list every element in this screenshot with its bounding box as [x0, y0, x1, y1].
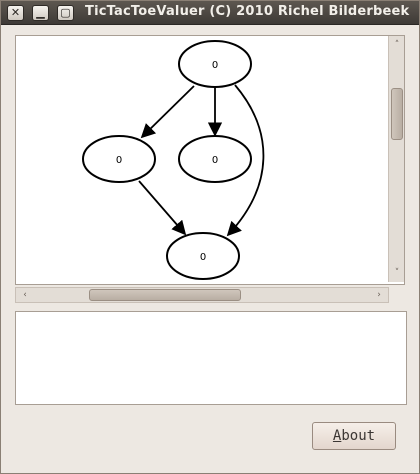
vertical-scrollbar[interactable]: ˄ ˅ [388, 36, 404, 282]
scroll-down-icon[interactable]: ˅ [389, 266, 405, 280]
horizontal-scroll-thumb[interactable] [89, 289, 241, 301]
graph-node-mid-left[interactable]: 0 [82, 135, 156, 183]
title-bar[interactable]: ✕ ▁ ▢ TicTacToeValuer (C) 2010 Richel Bi… [1, 1, 419, 25]
scroll-up-icon[interactable]: ˄ [389, 38, 405, 52]
horizontal-scrollbar[interactable]: ‹ › [15, 287, 389, 303]
edge-mid-left-bottom [138, 180, 187, 236]
node-label: 0 [116, 155, 122, 166]
about-button[interactable]: About [312, 422, 396, 450]
vertical-scroll-thumb[interactable] [391, 88, 403, 140]
node-label: 0 [200, 252, 206, 263]
minimize-icon[interactable]: ▁ [32, 5, 49, 21]
node-label: 0 [212, 155, 218, 166]
window-title: TicTacToeValuer (C) 2010 Richel Bilderbe… [85, 4, 410, 19]
close-icon[interactable]: ✕ [7, 5, 24, 21]
main-window: ✕ ▁ ▢ TicTacToeValuer (C) 2010 Richel Bi… [0, 0, 420, 474]
node-label: 0 [212, 60, 218, 71]
scroll-right-icon[interactable]: › [372, 288, 386, 302]
graph-node-top[interactable]: 0 [178, 40, 252, 88]
scroll-left-icon[interactable]: ‹ [18, 288, 32, 302]
graph-canvas: 0 0 0 0 [16, 36, 386, 282]
graph-node-mid-right[interactable]: 0 [178, 135, 252, 183]
graph-svg: 0 0 0 0 [82, 40, 265, 280]
graph-view[interactable]: 0 0 0 0 ˄ ˅ [15, 35, 405, 285]
graph-node-bottom[interactable]: 0 [166, 232, 240, 280]
edge-top-mid-left [140, 85, 195, 139]
about-label-rest: bout [341, 428, 376, 444]
output-text-area[interactable] [15, 311, 407, 405]
maximize-icon[interactable]: ▢ [57, 5, 74, 21]
